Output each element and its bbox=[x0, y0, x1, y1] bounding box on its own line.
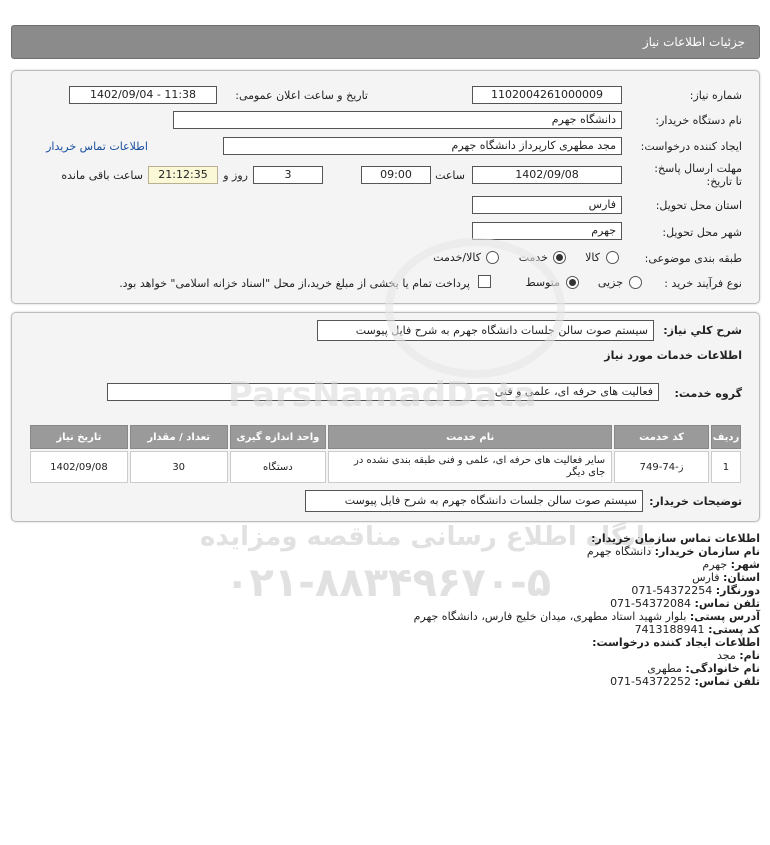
days-field: 3 bbox=[253, 166, 323, 184]
category-option-service: خدمت bbox=[518, 251, 548, 264]
buyer-contact-link[interactable]: اطلاعات تماس خریدار bbox=[46, 140, 148, 153]
requester-family-line: نام خانوادگی: مطهری bbox=[647, 662, 760, 675]
buyer-postal-line: کد پستی: 7413188941 bbox=[634, 623, 760, 636]
city-field: جهرم bbox=[472, 222, 622, 240]
cell-row-number: 1 bbox=[710, 451, 741, 483]
buyer-notes-field: سیستم صوت سالن جلسات دانشگاه جهرم به شرح… bbox=[305, 490, 643, 512]
announce-field: 1402/09/04 - 11:38 bbox=[69, 86, 217, 104]
creator-field: مجد مطهری کارپرداز دانشگاه جهرم bbox=[223, 137, 622, 155]
city-label: شهر محل تحویل: bbox=[662, 226, 742, 239]
province-field: فارس bbox=[472, 196, 622, 214]
general-desc-label: شرح کلي نياز: bbox=[663, 324, 742, 337]
category-option-goods-service: کالا/خدمت bbox=[433, 251, 481, 264]
col-row-number: ردیف bbox=[710, 425, 741, 449]
buyer-address-line: آدرس پستی: بلوار شهید استاد مطهری، میدان… bbox=[413, 610, 760, 623]
page-title: جزئیات اطلاعات نیاز bbox=[642, 35, 745, 49]
category-radio-goods-service[interactable] bbox=[486, 251, 499, 264]
cell-service-name: سایر فعالیت های حرفه ای، علمی و فنی طبقه… bbox=[328, 451, 613, 483]
buyer-org-line: نام سازمان خریدار: دانشگاه جهرم bbox=[586, 545, 760, 558]
col-service-code: کد خدمت bbox=[614, 425, 709, 449]
need-number-field: 1102004261000009 bbox=[472, 86, 622, 104]
deadline-date-field: 1402/09/08 bbox=[472, 166, 622, 184]
col-unit: واحد اندازه گیری bbox=[229, 425, 327, 449]
buyer-fax-line: دورنگار: 071-54372254 bbox=[631, 584, 760, 597]
process-option-minor: جزیی bbox=[597, 276, 623, 289]
category-radio-service[interactable] bbox=[553, 251, 566, 264]
category-label: طبقه بندی موضوعی: bbox=[644, 252, 742, 265]
buyer-notes-label: توضیحات خریدار: bbox=[649, 495, 742, 508]
requester-phone-line: تلفن تماس: 071-54372252 bbox=[610, 675, 760, 688]
days-label: روز و bbox=[223, 169, 248, 182]
cell-need-date: 1402/09/08 bbox=[30, 451, 128, 483]
treasury-checkbox[interactable] bbox=[478, 275, 491, 288]
buyer-phone-line: تلفن تماس: 071-54372084 bbox=[610, 597, 760, 610]
province-label: استان محل تحویل: bbox=[655, 199, 742, 212]
creator-label: ایجاد کننده درخواست: bbox=[640, 140, 742, 153]
services-heading: اطلاعات خدمات مورد نیاز bbox=[604, 349, 742, 362]
category-radio-goods[interactable] bbox=[606, 251, 619, 264]
deadline-time-field: 09:00 bbox=[361, 166, 431, 184]
payment-note: پرداخت تمام یا بخشی از مبلغ خرید،از محل … bbox=[119, 277, 470, 290]
table-header-row: تاریخ نیاز تعداد / مقدار واحد اندازه گیر… bbox=[30, 425, 741, 449]
process-option-medium: متوسط bbox=[525, 276, 560, 289]
col-quantity: تعداد / مقدار bbox=[129, 425, 228, 449]
remaining-time-field: 21:12:35 bbox=[148, 166, 218, 184]
cell-quantity: 30 bbox=[129, 451, 228, 483]
process-radio-minor[interactable] bbox=[629, 276, 642, 289]
buyer-city-line: شهر: جهرم bbox=[702, 558, 760, 571]
cell-service-code: ز-74-749 bbox=[614, 451, 709, 483]
category-option-goods: کالا bbox=[585, 251, 600, 264]
announce-label: تاریخ و ساعت اعلان عمومی: bbox=[235, 89, 368, 102]
buyer-contact-section: اطلاعات تماس سازمان خریدار: نام سازمان خ… bbox=[414, 532, 760, 688]
col-service-name: نام خدمت bbox=[328, 425, 613, 449]
buyer-info-heading: اطلاعات تماس سازمان خریدار: bbox=[591, 532, 760, 545]
service-group-label: گروه خدمت: bbox=[674, 387, 742, 400]
general-desc-field: سیستم صوت سالن جلسات دانشگاه جهرم به شرح… bbox=[317, 320, 654, 341]
deadline-label: مهلت ارسال پاسخ: تا تاریخ: bbox=[654, 162, 742, 188]
requester-heading: اطلاعات ایجاد کننده درخواست: bbox=[592, 636, 760, 649]
services-table: تاریخ نیاز تعداد / مقدار واحد اندازه گیر… bbox=[28, 423, 743, 485]
col-need-date: تاریخ نیاز bbox=[30, 425, 128, 449]
cell-unit: دستگاه bbox=[229, 451, 327, 483]
service-group-field: فعالیت های حرفه ای، علمی و فنی bbox=[107, 383, 659, 401]
remaining-label: ساعت باقی مانده bbox=[61, 169, 143, 182]
need-number-label: شماره نیاز: bbox=[689, 89, 742, 102]
page-header: جزئیات اطلاعات نیاز bbox=[11, 25, 760, 59]
requester-name-line: نام: مجد bbox=[716, 649, 760, 662]
buyer-province-line: استان: فارس bbox=[692, 571, 760, 584]
table-row: 1402/09/08 30 دستگاه سایر فعالیت های حرف… bbox=[30, 451, 741, 483]
deadline-time-label: ساعت bbox=[435, 169, 465, 182]
buyer-org-label: نام دستگاه خریدار: bbox=[655, 114, 742, 127]
process-label: نوع فرآیند خرید : bbox=[664, 277, 742, 290]
process-radio-medium[interactable] bbox=[566, 276, 579, 289]
buyer-org-field: دانشگاه جهرم bbox=[173, 111, 622, 129]
